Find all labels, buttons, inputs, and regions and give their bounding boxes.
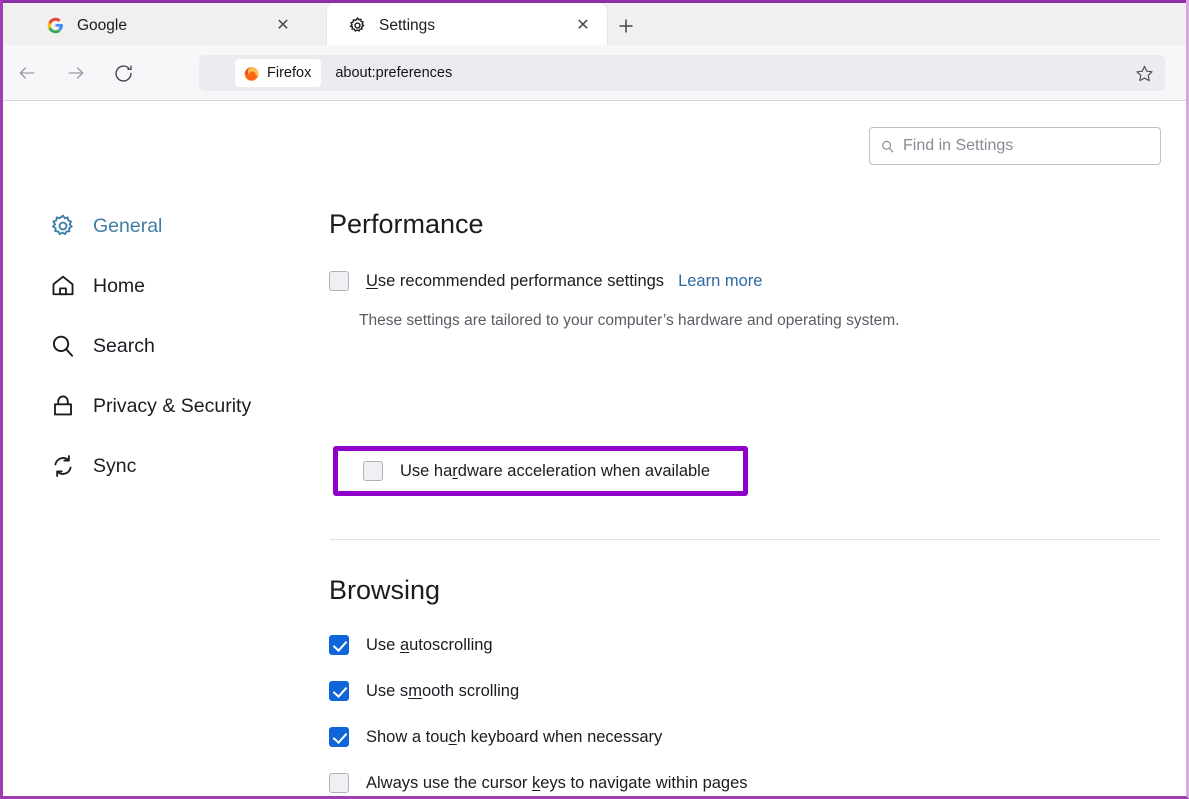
label-pre: Use ha	[400, 461, 453, 480]
sidebar-item-general[interactable]: General	[49, 196, 299, 256]
label-rest: eys to navigate within pages	[540, 773, 748, 792]
row-cursor-keys[interactable]: Always use the cursor keys to navigate w…	[329, 768, 1161, 796]
url-bar[interactable]: Firefox about:preferences	[199, 55, 1165, 91]
sidebar-item-label: General	[93, 214, 163, 237]
checkbox-touch-keyboard[interactable]	[329, 727, 349, 747]
sidebar-item-label: Search	[93, 334, 155, 357]
browsing-heading: Browsing	[329, 575, 441, 605]
home-icon	[49, 272, 77, 300]
search-icon	[49, 332, 77, 360]
tab-label: Settings	[379, 16, 436, 34]
section-divider	[330, 539, 1160, 540]
sync-icon	[49, 452, 77, 480]
gear-icon	[49, 212, 77, 240]
sidebar-item-sync[interactable]: Sync	[49, 436, 299, 496]
autoscrolling-label: Use autoscrolling	[366, 636, 493, 655]
settings-main-pane: Performance Use recommended performance …	[329, 209, 1161, 793]
sidebar-item-label: Sync	[93, 454, 137, 477]
checkbox-smooth-scrolling[interactable]	[329, 681, 349, 701]
sidebar-item-home[interactable]: Home	[49, 256, 299, 316]
new-tab-button[interactable]	[611, 11, 641, 41]
tab-label: Google	[77, 16, 127, 34]
tab-google[interactable]: Google ✕	[25, 3, 307, 48]
sidebar-item-label: Privacy & Security	[93, 394, 252, 417]
back-icon[interactable]	[7, 53, 47, 93]
bookmark-star-icon[interactable]	[1127, 58, 1161, 88]
reload-icon[interactable]	[103, 53, 143, 93]
tab-strip: Google ✕ Settings ✕	[3, 0, 1186, 48]
gear-icon	[347, 16, 367, 36]
checkbox-recommended-performance[interactable]	[329, 271, 349, 291]
performance-heading: Performance	[329, 209, 484, 239]
browser-window: Google ✕ Settings ✕ Firefox about:prefer…	[0, 0, 1189, 799]
accel-char: c	[448, 727, 457, 746]
browsing-section: Browsing Use autoscrolling Use smooth sc…	[329, 575, 1161, 796]
checkbox-cursor-keys[interactable]	[329, 773, 349, 793]
close-icon[interactable]: ✕	[271, 14, 295, 38]
label-pre: Use	[366, 635, 400, 654]
navigation-toolbar: Firefox about:preferences	[3, 45, 1186, 101]
identity-chip[interactable]: Firefox	[235, 59, 322, 87]
label-rest: h keyboard when necessary	[456, 727, 663, 746]
sidebar-item-label: Home	[93, 274, 146, 297]
row-touch-keyboard[interactable]: Show a touch keyboard when necessary	[329, 722, 1161, 752]
label-rest: se recommended performance settings	[377, 271, 665, 290]
close-icon[interactable]: ✕	[571, 14, 595, 38]
search-icon	[880, 139, 895, 154]
accel-char: k	[531, 773, 541, 792]
forward-icon[interactable]	[56, 53, 96, 93]
lock-icon	[49, 392, 77, 420]
accel-char: m	[408, 681, 422, 700]
label-rest: utoscrolling	[409, 635, 493, 654]
hardware-acceleration-highlight: Use hardware acceleration when available	[333, 446, 748, 496]
label-rest: ooth scrolling	[421, 681, 520, 700]
sidebar-item-privacy-security[interactable]: Privacy & Security	[49, 376, 299, 436]
search-input[interactable]: Find in Settings	[903, 137, 1013, 155]
touch-keyboard-label: Show a touch keyboard when necessary	[366, 728, 662, 747]
accel-char: a	[399, 635, 410, 654]
settings-page: Find in Settings General Home Search Pri…	[3, 101, 1186, 796]
label-pre: Show a tou	[366, 727, 449, 746]
hardware-acceleration-label: Use hardware acceleration when available	[400, 462, 710, 481]
url-text[interactable]: about:preferences	[335, 65, 1127, 81]
tab-settings[interactable]: Settings ✕	[327, 3, 607, 48]
row-recommended-performance[interactable]: Use recommended performance settings Lea…	[329, 266, 1161, 296]
checkbox-autoscrolling[interactable]	[329, 635, 349, 655]
row-smooth-scrolling[interactable]: Use smooth scrolling	[329, 676, 1161, 706]
sidebar-item-search[interactable]: Search	[49, 316, 299, 376]
label-pre: Use s	[366, 681, 409, 700]
google-icon	[45, 16, 65, 36]
label-rest: dware acceleration when available	[457, 461, 711, 480]
smooth-scrolling-label: Use smooth scrolling	[366, 682, 519, 701]
settings-sidebar: General Home Search Privacy & Security S…	[49, 196, 299, 496]
checkbox-hardware-acceleration[interactable]	[363, 461, 383, 481]
cursor-keys-label: Always use the cursor keys to navigate w…	[366, 774, 748, 793]
firefox-logo-icon	[243, 65, 260, 82]
find-in-settings-box[interactable]: Find in Settings	[869, 127, 1161, 165]
recommended-performance-label: Use recommended performance settings	[366, 272, 664, 291]
performance-description: These settings are tailored to your comp…	[359, 312, 900, 329]
label-pre: Always use the cursor	[366, 773, 532, 792]
learn-more-link-performance[interactable]: Learn more	[678, 272, 762, 291]
accel-char: U	[366, 271, 378, 290]
identity-label: Firefox	[267, 65, 312, 81]
row-autoscrolling[interactable]: Use autoscrolling	[329, 630, 1161, 660]
